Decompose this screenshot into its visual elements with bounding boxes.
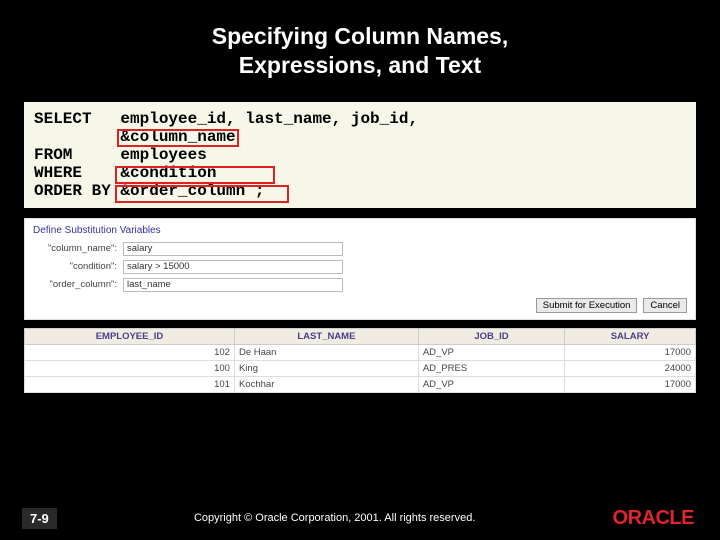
title-line: Specifying Column Names, [212, 23, 509, 49]
substitution-vars-panel: Define Substitution Variables "column_na… [24, 218, 696, 320]
column-name-input[interactable] [123, 242, 343, 256]
cell-emp-id: 100 [25, 360, 235, 376]
substitution-fields: "column_name": "condition": "order_colum… [33, 242, 687, 292]
col-header: JOB_ID [418, 328, 564, 344]
sql-code-block: SELECT employee_id, last_name, job_id, &… [24, 102, 696, 208]
table-row: 102 De Haan AD_VP 17000 [25, 344, 696, 360]
table-row: 101 Kochhar AD_VP 17000 [25, 376, 696, 392]
col-header: LAST_NAME [234, 328, 418, 344]
field-label: "column_name": [33, 243, 123, 254]
field-label: "order_column": [33, 279, 123, 290]
cell-salary: 17000 [565, 376, 696, 392]
col-header: EMPLOYEE_ID [25, 328, 235, 344]
cell-lastname: Kochhar [234, 376, 418, 392]
field-row: "order_column": [33, 278, 687, 292]
cell-jobid: AD_VP [418, 376, 564, 392]
results-panel: EMPLOYEE_ID LAST_NAME JOB_ID SALARY 102 … [24, 328, 696, 393]
field-label: "condition": [33, 261, 123, 272]
cell-lastname: King [234, 360, 418, 376]
cell-salary: 17000 [565, 344, 696, 360]
cell-salary: 24000 [565, 360, 696, 376]
cell-lastname: De Haan [234, 344, 418, 360]
condition-input[interactable] [123, 260, 343, 274]
copyright-text: Copyright © Oracle Corporation, 2001. Al… [57, 512, 613, 524]
panel-heading: Define Substitution Variables [33, 225, 687, 236]
field-row: "column_name": [33, 242, 687, 256]
cell-jobid: AD_VP [418, 344, 564, 360]
cell-jobid: AD_PRES [418, 360, 564, 376]
sql-line: SELECT employee_id, last_name, job_id, [34, 110, 686, 128]
sql-line: WHERE &condition [34, 164, 686, 182]
slide-number: 7-9 [22, 508, 57, 529]
slide-title: Specifying Column Names, Expressions, an… [0, 0, 720, 80]
sql-line: &column_name [34, 128, 686, 146]
submit-button[interactable]: Submit for Execution [536, 298, 638, 313]
table-row: 100 King AD_PRES 24000 [25, 360, 696, 376]
sql-line: FROM employees [34, 146, 686, 164]
footer: 7-9 Copyright © Oracle Corporation, 2001… [0, 496, 720, 540]
col-header: SALARY [565, 328, 696, 344]
title-line: Expressions, and Text [239, 52, 481, 78]
cell-emp-id: 102 [25, 344, 235, 360]
order-column-input[interactable] [123, 278, 343, 292]
results-table: EMPLOYEE_ID LAST_NAME JOB_ID SALARY 102 … [24, 328, 696, 393]
button-row: Submit for Execution Cancel [33, 298, 687, 313]
cell-emp-id: 101 [25, 376, 235, 392]
slide: Specifying Column Names, Expressions, an… [0, 0, 720, 540]
sql-line: ORDER BY &order_column ; [34, 182, 686, 200]
field-row: "condition": [33, 260, 687, 274]
table-header-row: EMPLOYEE_ID LAST_NAME JOB_ID SALARY [25, 328, 696, 344]
oracle-logo: ORACLE [613, 507, 694, 530]
cancel-button[interactable]: Cancel [643, 298, 687, 313]
